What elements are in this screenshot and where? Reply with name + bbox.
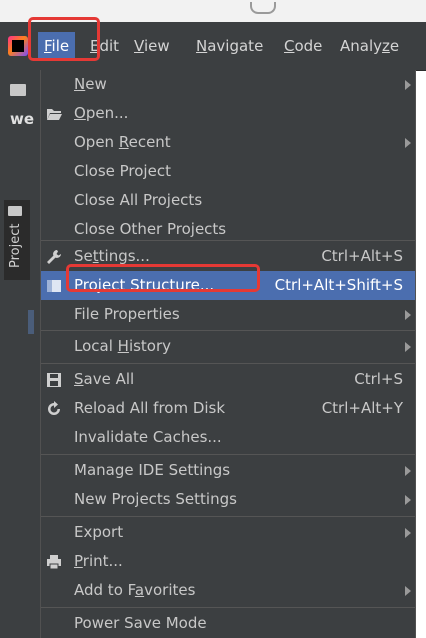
- menu-separator: [41, 363, 415, 364]
- submenu-arrow-icon: [405, 80, 411, 90]
- menu-item-manage-ide-settings[interactable]: Manage IDE Settings: [41, 456, 415, 485]
- menu-item-close-all-projects-label: Close All Projects: [74, 191, 203, 209]
- menu-item-new-label: New: [74, 75, 107, 93]
- left-tool-strip: we Project: [0, 70, 40, 638]
- menu-item-invalidate-caches-label: Invalidate Caches...: [74, 428, 222, 446]
- menu-item-power-save-mode-label: Power Save Mode: [74, 614, 207, 632]
- menu-item-export[interactable]: Export: [41, 518, 415, 547]
- project-folder-icon: [8, 206, 22, 216]
- menu-analyze-mnemonic: z: [382, 37, 390, 55]
- menu-item-print[interactable]: Print...: [41, 547, 415, 576]
- menu-code[interactable]: Code: [278, 32, 328, 60]
- menu-item-file-properties-label: File Properties: [74, 305, 180, 323]
- menu-item-open-recent-label: Open Recent: [74, 133, 171, 151]
- menu-item-close-all-projects[interactable]: Close All Projects: [41, 186, 415, 215]
- menu-item-new-projects-settings[interactable]: New Projects Settings: [41, 485, 415, 514]
- menu-code-mnemonic: C: [284, 37, 295, 55]
- selection-marker: [28, 310, 34, 334]
- menu-view-post: iew: [143, 37, 170, 55]
- menu-item-save-all[interactable]: Save All Ctrl+S: [41, 365, 415, 394]
- menu-item-local-history-label: Local History: [74, 337, 172, 355]
- toolbar-fragment: [250, 2, 276, 14]
- menu-item-export-label: Export: [74, 523, 124, 541]
- file-menu-highlight-box: [28, 17, 100, 61]
- folder-icon: [10, 84, 26, 96]
- menu-item-invalidate-caches[interactable]: Invalidate Caches...: [41, 423, 415, 452]
- menu-edit-post: dit: [99, 37, 120, 55]
- submenu-arrow-icon: [405, 495, 411, 505]
- menu-item-open[interactable]: Open...: [41, 99, 415, 128]
- menu-item-new[interactable]: New: [41, 70, 415, 99]
- menu-item-open-label: Open...: [74, 104, 129, 122]
- menu-analyze-post: e: [389, 37, 400, 55]
- menu-item-reload-all-label: Reload All from Disk: [74, 399, 226, 417]
- submenu-arrow-icon: [405, 342, 411, 352]
- menu-separator: [41, 240, 415, 241]
- submenu-arrow-icon: [405, 138, 411, 148]
- save-icon: [45, 371, 63, 389]
- menu-item-open-recent[interactable]: Open Recent: [41, 128, 415, 157]
- settings-shortcut: Ctrl+Alt+S: [321, 247, 403, 265]
- project-structure-icon: [45, 277, 63, 295]
- print-icon: [45, 553, 63, 571]
- file-dropdown-menu: New Open... Open Recent Close Project Cl…: [40, 70, 416, 638]
- menu-item-close-project[interactable]: Close Project: [41, 157, 415, 186]
- folder-open-icon: [45, 105, 63, 123]
- project-structure-shortcut: Ctrl+Alt+Shift+S: [274, 276, 403, 294]
- menu-item-add-to-favorites-label: Add to Favorites: [74, 581, 196, 599]
- project-structure-highlight-box: [66, 264, 260, 292]
- menu-code-post: ode: [294, 37, 323, 55]
- menu-analyze-pre: Analy: [340, 37, 383, 55]
- menu-view[interactable]: View: [128, 32, 176, 60]
- menu-item-reload-all[interactable]: Reload All from Disk Ctrl+Alt+Y: [41, 394, 415, 423]
- menu-separator: [41, 607, 415, 608]
- submenu-arrow-icon: [405, 310, 411, 320]
- submenu-arrow-icon: [405, 528, 411, 538]
- wrench-icon: [45, 248, 63, 266]
- menu-item-new-projects-settings-label: New Projects Settings: [74, 490, 237, 508]
- save-all-shortcut: Ctrl+S: [354, 370, 403, 388]
- menu-item-add-to-favorites[interactable]: Add to Favorites: [41, 576, 415, 605]
- menu-item-local-history[interactable]: Local History: [41, 332, 415, 361]
- menu-item-print-label: Print...: [74, 552, 123, 570]
- reload-all-shortcut: Ctrl+Alt+Y: [321, 399, 403, 417]
- intellij-logo-icon: [8, 36, 28, 56]
- menu-navigate-mnemonic: N: [196, 37, 208, 55]
- menu-separator: [41, 516, 415, 517]
- reload-icon: [45, 400, 63, 418]
- menu-view-mnemonic: V: [134, 37, 144, 55]
- menu-navigate-post: avigate: [207, 37, 264, 55]
- menu-item-close-project-label: Close Project: [74, 162, 171, 180]
- menu-navigate[interactable]: Navigate: [190, 32, 269, 60]
- project-name-label: we: [10, 110, 35, 128]
- menu-separator: [41, 330, 415, 331]
- menu-item-file-properties[interactable]: File Properties: [41, 300, 415, 329]
- menu-item-save-all-label: Save All: [74, 370, 135, 388]
- project-tool-tab-label: Project: [8, 223, 23, 268]
- menu-item-manage-ide-settings-label: Manage IDE Settings: [74, 461, 231, 479]
- menu-item-power-save-mode[interactable]: Power Save Mode: [41, 609, 415, 638]
- menu-separator: [41, 454, 415, 455]
- menu-analyze[interactable]: Analyze: [334, 32, 405, 60]
- submenu-arrow-icon: [405, 586, 411, 596]
- submenu-arrow-icon: [405, 466, 411, 476]
